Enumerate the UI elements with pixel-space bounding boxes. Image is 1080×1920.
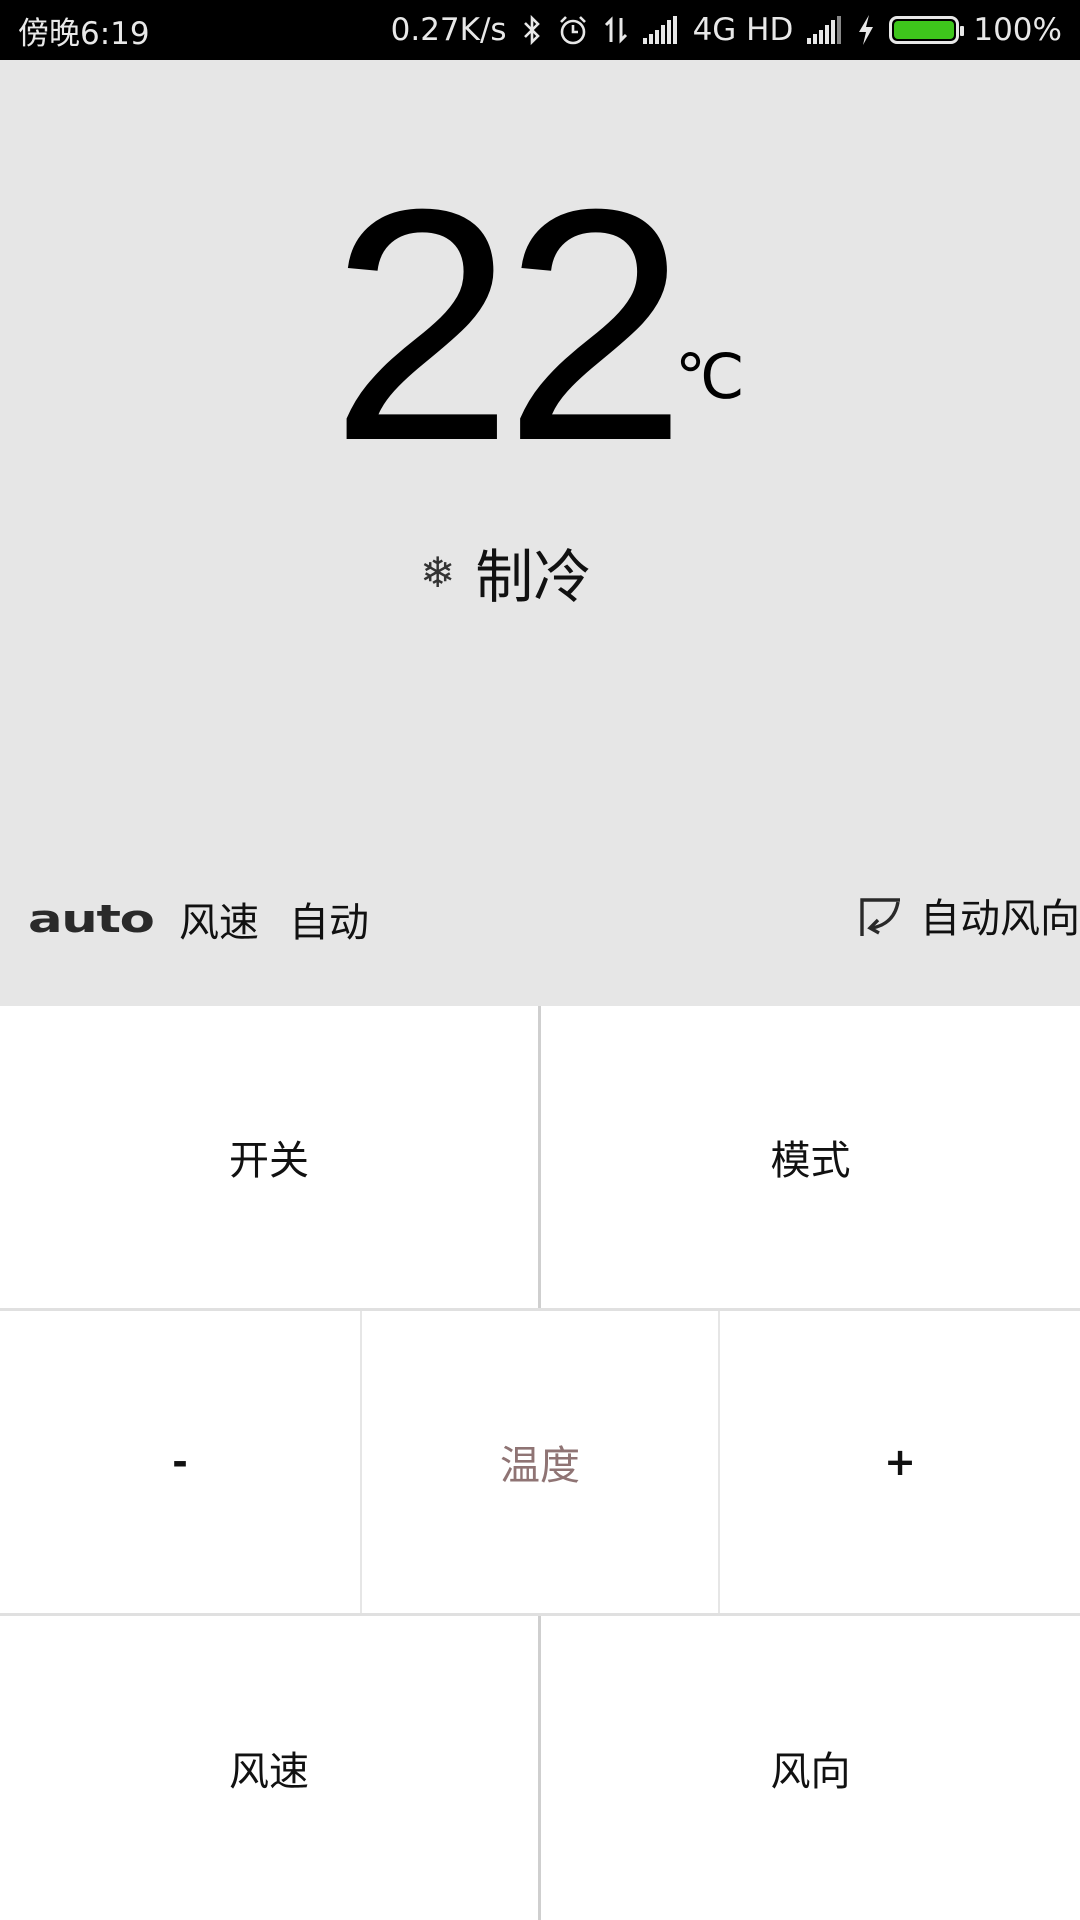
mode-button[interactable]: 模式 [541, 1006, 1080, 1308]
network-type: 4G HD [692, 12, 794, 48]
power-button[interactable]: 开关 [0, 1006, 538, 1308]
auto-logo-icon: auto [28, 897, 155, 941]
status-time: 傍晚6:19 [18, 15, 150, 52]
mode-text: 制冷 [475, 543, 592, 611]
temperature-label: 温度 [500, 1443, 580, 1489]
temperature-value: 22 [330, 140, 687, 509]
net-speed: 0.27K/s [390, 12, 507, 48]
temperature-down-label: - [172, 1440, 188, 1484]
fan-speed-button-label: 风速 [229, 1749, 309, 1795]
fan-speed-button[interactable]: 风速 [0, 1616, 538, 1920]
temperature-up-button[interactable]: + [720, 1311, 1080, 1613]
wind-direction-indicator: 自动风向 [858, 886, 1080, 944]
wind-direction-text: 自动风向 [920, 896, 1080, 942]
wind-direction-button[interactable]: 风向 [541, 1616, 1080, 1920]
swing-icon [860, 898, 900, 936]
signal-icon [807, 16, 843, 44]
fan-speed-value: 自动 [288, 900, 369, 946]
status-bar: 傍晚6:19 0.27K/s 4G HD 100% [0, 0, 1080, 60]
fan-speed-indicator: auto 风速 自动 [28, 890, 369, 948]
snowflake-icon: ❄ [420, 547, 456, 597]
battery-level-fill [894, 21, 955, 39]
data-transfer-icon [603, 14, 629, 46]
signal-icon [642, 16, 679, 44]
alarm-icon [557, 14, 589, 46]
temperature-up-label: + [884, 1440, 916, 1484]
temperature-unit: ℃ [675, 340, 745, 413]
ac-display-panel: 22 ℃ ❄ 制冷 auto 风速 自动 自动风向 [0, 60, 1080, 1049]
wind-direction-button-label: 风向 [770, 1749, 851, 1795]
temperature-readout: 22 ℃ [330, 140, 745, 509]
fan-speed-label: 风速 [178, 900, 259, 946]
battery-percent: 100% [973, 12, 1062, 48]
battery-icon [889, 16, 965, 44]
temperature-down-button[interactable]: - [0, 1311, 360, 1613]
power-button-label: 开关 [229, 1138, 309, 1184]
charging-icon [857, 15, 875, 45]
mode-button-label: 模式 [770, 1138, 851, 1184]
bluetooth-icon [521, 14, 543, 46]
mode-indicator: ❄ 制冷 [420, 530, 591, 614]
temperature-label-cell: 温度 [362, 1311, 718, 1613]
